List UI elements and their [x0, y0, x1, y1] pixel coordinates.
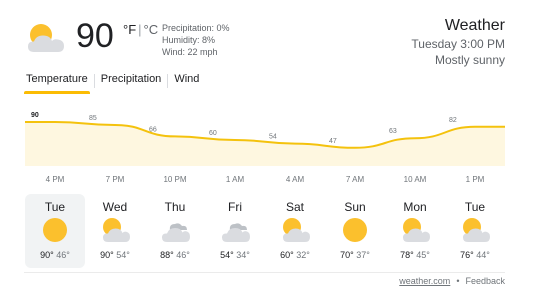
- humidity-text: Humidity: 8%: [162, 35, 216, 45]
- forecast-day-name: Sun: [344, 200, 366, 214]
- weather-title: Weather: [444, 17, 505, 34]
- temperature-value-label: 47: [329, 138, 337, 145]
- forecast-low: 44°: [476, 250, 490, 260]
- forecast-temps: 88° 46°: [145, 250, 205, 260]
- tab-temperature[interactable]: Temperature: [24, 70, 94, 94]
- time-label: 1 AM: [226, 175, 245, 184]
- temperature-value-label: 82: [449, 117, 457, 124]
- time-label: 10 PM: [163, 175, 186, 184]
- chart-tabs: Temperature Precipitation Wind: [24, 70, 205, 94]
- forecast-day[interactable]: Tue 76° 44°: [445, 194, 505, 268]
- unit-separator: |: [138, 22, 142, 37]
- sunny-icon: [343, 218, 367, 242]
- forecast-day[interactable]: Mon 78° 45°: [385, 194, 445, 268]
- forecast-day[interactable]: Wed 90° 54°: [85, 194, 145, 268]
- feedback-link[interactable]: Feedback: [465, 276, 505, 286]
- forecast-day[interactable]: Sun 70° 37°: [325, 194, 385, 268]
- forecast-day[interactable]: Fri 54° 34°: [205, 194, 265, 268]
- forecast-day[interactable]: Sat 60° 32°: [265, 194, 325, 268]
- current-details: Precipitation: 0% Humidity: 8% Wind: 22 …: [162, 22, 230, 58]
- temperature-value-label: 66: [149, 126, 157, 133]
- forecast-low: 54°: [116, 250, 130, 260]
- forecast-day-name: Thu: [164, 200, 186, 214]
- forecast-day-name: Fri: [228, 200, 242, 214]
- sunny-icon: [43, 218, 67, 242]
- time-label: 1 PM: [466, 175, 485, 184]
- time-label: 10 AM: [404, 175, 427, 184]
- weather-condition: Mostly sunny: [434, 53, 505, 67]
- forecast-high: 70°: [340, 250, 354, 260]
- forecast-low: 34°: [236, 250, 250, 260]
- partly-sunny-icon: [28, 24, 64, 52]
- forecast-day-name: Tue: [464, 200, 486, 214]
- forecast-low: 46°: [56, 250, 70, 260]
- forecast-temps: 90° 54°: [85, 250, 145, 260]
- forecast-high: 90°: [100, 250, 114, 260]
- footer: weather.com • Feedback: [399, 276, 505, 286]
- forecast-temps: 90° 46°: [25, 250, 85, 260]
- precipitation-text: Precipitation: 0%: [162, 23, 230, 33]
- forecast-low: 37°: [356, 250, 370, 260]
- unit-celsius[interactable]: °C: [144, 22, 159, 37]
- forecast-day-name: Tue: [44, 200, 66, 214]
- partly-sunny-icon: [463, 218, 490, 242]
- partly-sunny-icon: [103, 218, 130, 242]
- weather-datetime: Tuesday 3:00 PM: [411, 37, 505, 51]
- forecast-day-name: Wed: [102, 200, 128, 214]
- time-label: 7 AM: [346, 175, 365, 184]
- time-label: 7 PM: [106, 175, 125, 184]
- forecast-high: 88°: [160, 250, 174, 260]
- cloudy-icon: [222, 223, 250, 242]
- forecast-temps: 76° 44°: [445, 250, 505, 260]
- temperature-value-label: 90: [31, 112, 39, 119]
- forecast-day[interactable]: Thu 88° 46°: [145, 194, 205, 268]
- forecast-temps: 78° 45°: [385, 250, 445, 260]
- forecast-temps: 70° 37°: [325, 250, 385, 260]
- tab-divider: [93, 74, 95, 88]
- temperature-value-label: 63: [389, 128, 397, 135]
- cloudy-icon: [162, 223, 190, 242]
- forecast-low: 32°: [296, 250, 310, 260]
- unit-toggle: °F | °C: [123, 22, 158, 37]
- temperature-area: [25, 122, 505, 166]
- forecast-high: 54°: [220, 250, 234, 260]
- forecast-high: 60°: [280, 250, 294, 260]
- current-temperature: 90: [76, 17, 114, 55]
- tab-divider: [167, 74, 169, 88]
- temperature-chart: 90 4 PM 85 7 PM 66 10 PM 60 1 AM 54 4 AM 47 7 AM 63 1…: [25, 112, 505, 184]
- forecast-temps: 60° 32°: [265, 250, 325, 260]
- partly-sunny-icon: [283, 218, 310, 242]
- forecast-high: 76°: [460, 250, 474, 260]
- forecast-high: 90°: [40, 250, 54, 260]
- tab-wind[interactable]: Wind: [174, 70, 205, 94]
- forecast-low: 46°: [176, 250, 190, 260]
- temperature-value-label: 54: [269, 134, 277, 141]
- weather-source-link[interactable]: weather.com: [399, 276, 450, 286]
- unit-fahrenheit[interactable]: °F: [123, 22, 136, 37]
- time-label: 4 AM: [286, 175, 305, 184]
- time-label: 4 PM: [46, 175, 65, 184]
- weather-header: Weather Tuesday 3:00 PM Mostly sunny: [411, 16, 505, 68]
- partly-sunny-icon: [403, 218, 430, 242]
- temperature-value-label: 85: [89, 115, 97, 122]
- footer-divider: [24, 272, 505, 273]
- forecast-day-name: Sat: [285, 200, 304, 214]
- temperature-value-label: 60: [209, 130, 217, 137]
- tab-precipitation[interactable]: Precipitation: [101, 70, 168, 94]
- wind-text: Wind: 22 mph: [162, 47, 218, 57]
- forecast-low: 45°: [416, 250, 430, 260]
- footer-separator: •: [456, 276, 460, 286]
- forecast-day-name: Mon: [403, 200, 427, 214]
- daily-forecast: Tue 90° 46° Wed 90° 54° Thu 88° 46° Fri 54° 34°…: [25, 194, 507, 268]
- forecast-temps: 54° 34°: [205, 250, 265, 260]
- forecast-high: 78°: [400, 250, 414, 260]
- forecast-day[interactable]: Tue 90° 46°: [25, 194, 85, 268]
